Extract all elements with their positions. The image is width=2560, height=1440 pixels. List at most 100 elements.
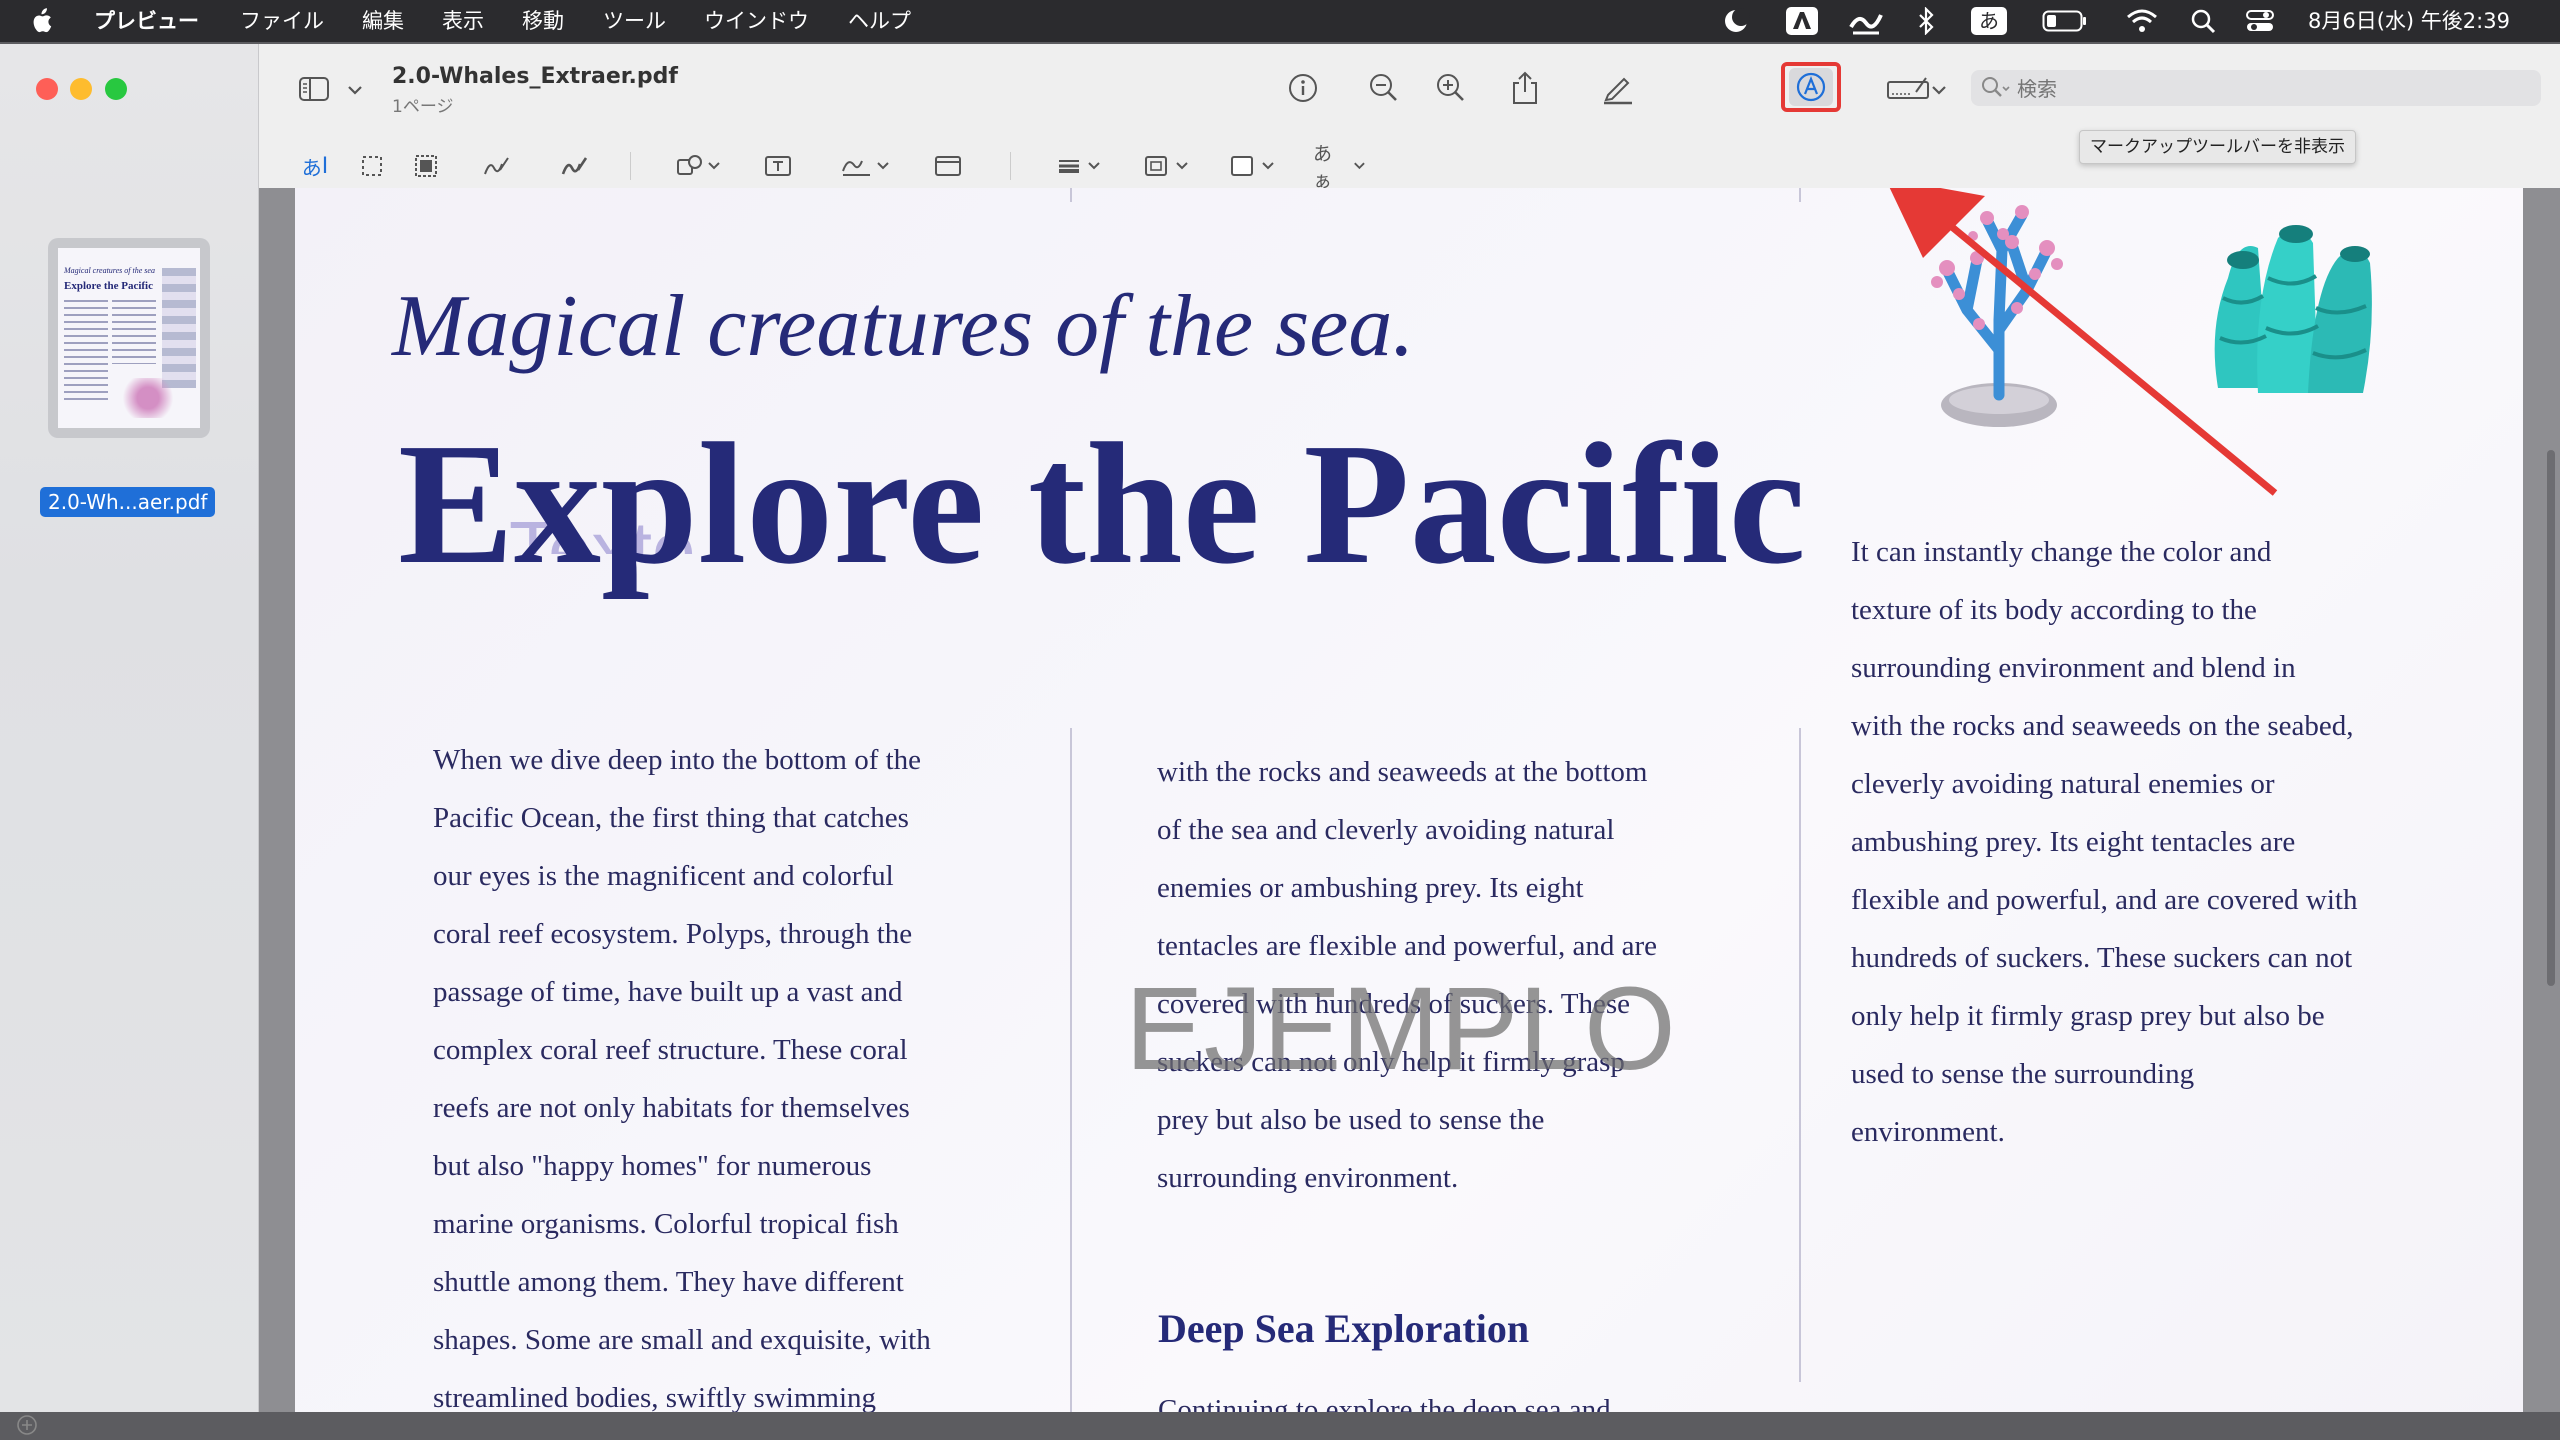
text-line: of the sea and cleverly avoiding natural bbox=[1157, 814, 1615, 846]
spotlight-search-icon[interactable] bbox=[2188, 6, 2218, 36]
menu-preview[interactable]: プレビュー bbox=[94, 0, 199, 42]
thumbnail-filename[interactable]: 2.0-Wh...aer.pdf bbox=[40, 487, 216, 517]
tooltip: マークアップツールバーを非表示 bbox=[2079, 130, 2356, 164]
menu-edit[interactable]: 編集 bbox=[362, 0, 404, 42]
scrollbar-thumb[interactable] bbox=[2547, 450, 2555, 986]
chevron-down-icon[interactable] bbox=[345, 78, 365, 102]
font-tool-label: あぁ bbox=[1313, 143, 1333, 192]
share-icon[interactable] bbox=[1507, 68, 1543, 108]
rectangular-selection-icon[interactable] bbox=[355, 144, 389, 188]
text-line: streamlined bodies, swiftly swimming bbox=[433, 1382, 877, 1412]
battery-icon[interactable] bbox=[2040, 6, 2090, 36]
border-color-menu-icon[interactable] bbox=[1141, 144, 1195, 188]
menu-bar: プレビュー ファイル 編集 表示 移動 ツール ウインドウ ヘルプ あ 8月6日… bbox=[0, 0, 2560, 42]
shapes-menu-icon[interactable] bbox=[673, 144, 725, 188]
instant-alpha-icon[interactable] bbox=[409, 144, 443, 188]
text-line: reefs are not only habitats for themselv… bbox=[433, 1092, 910, 1124]
page-count: 1ページ bbox=[392, 97, 454, 117]
info-icon[interactable] bbox=[1285, 70, 1321, 106]
sidebar-toggle-icon[interactable] bbox=[297, 72, 331, 106]
thumbnail-text-col bbox=[112, 300, 156, 364]
document-title-heading: Explore the Pacific bbox=[398, 407, 1806, 600]
text-line: with the rocks and seaweeds on the seabe… bbox=[1851, 710, 2354, 742]
menu-window[interactable]: ウインドウ bbox=[704, 0, 809, 42]
section-partial-line: Continuing to explore the deep sea and bbox=[1158, 1394, 1611, 1412]
markup-toolbar-toggle-button[interactable] bbox=[1789, 68, 1833, 106]
add-page-icon[interactable] bbox=[16, 1414, 38, 1440]
text-line: coral reef ecosystem. Polyps, through th… bbox=[433, 918, 913, 950]
highlight-pen-icon[interactable] bbox=[1598, 70, 1638, 106]
moon-app-icon[interactable] bbox=[1720, 6, 1752, 36]
menu-view[interactable]: 表示 bbox=[442, 0, 484, 42]
text-style-menu-icon[interactable]: あぁ bbox=[1313, 143, 1369, 192]
page-layout-icon[interactable] bbox=[931, 144, 965, 188]
zoom-out-icon[interactable] bbox=[1366, 70, 1402, 106]
menu-help[interactable]: ヘルプ bbox=[848, 0, 911, 42]
pdf-page: Magical creatures of the sea. Texto Expl… bbox=[295, 188, 2523, 1412]
highlight-options-chevron-icon[interactable] bbox=[1929, 78, 1949, 102]
close-window-button[interactable] bbox=[36, 78, 58, 100]
document-subtitle: Magical creatures of the sea. bbox=[392, 278, 1415, 375]
text-tool-label: あ bbox=[301, 155, 322, 180]
thumbnail-title: Explore the Pacific bbox=[64, 280, 153, 292]
text-line: shuttle among them. They have different bbox=[433, 1266, 904, 1298]
thumbnail-images bbox=[162, 268, 196, 388]
document-view[interactable]: Magical creatures of the sea. Texto Expl… bbox=[259, 188, 2560, 1412]
text-line: marine organisms. Colorful tropical fish bbox=[433, 1208, 899, 1240]
text-line: When we dive deep into the bottom of the bbox=[433, 744, 922, 776]
text-line: surrounding environment and blend in bbox=[1851, 652, 2296, 684]
page-thumbnail[interactable]: Magical creatures of the sea Explore the… bbox=[58, 248, 200, 428]
text-box-icon[interactable] bbox=[761, 144, 795, 188]
text-line: environment. bbox=[1851, 1116, 2005, 1148]
bluetooth-icon[interactable] bbox=[1914, 6, 1938, 36]
menu-tools[interactable]: ツール bbox=[603, 0, 666, 42]
toolbar-divider bbox=[1010, 152, 1011, 180]
text-selection-tool-icon[interactable]: あI bbox=[295, 144, 335, 188]
draw-tool-icon[interactable] bbox=[557, 144, 591, 188]
app-a-icon[interactable] bbox=[1784, 6, 1820, 36]
menubar-clock[interactable]: 8月6日(水) 午後2:39 bbox=[2308, 0, 2510, 42]
input-source-icon[interactable]: あ bbox=[1970, 6, 2008, 36]
red-arrow-annotation bbox=[1889, 188, 2278, 496]
text-line: enemies or ambushing prey. Its eight bbox=[1157, 872, 1584, 904]
toolbar-divider bbox=[630, 152, 631, 180]
menu-file[interactable]: ファイル bbox=[240, 0, 324, 42]
text-line: It can instantly change the color and bbox=[1851, 536, 2272, 568]
vertical-scrollbar[interactable] bbox=[2546, 218, 2556, 1398]
column-1-text: When we dive deep into the bottom of the… bbox=[433, 731, 931, 1412]
apple-menu-icon[interactable] bbox=[30, 0, 52, 42]
signature-icon[interactable] bbox=[1885, 70, 1931, 106]
thumbnail-coral-image bbox=[118, 378, 178, 418]
thumbnail-subtitle: Magical creatures of the sea bbox=[64, 266, 155, 275]
signature-menu-icon[interactable] bbox=[839, 144, 895, 188]
thumbnail-text-col bbox=[64, 300, 108, 400]
text-line: ambushing prey. Its eight tentacles are bbox=[1851, 826, 2296, 858]
wifi-icon[interactable] bbox=[2124, 6, 2160, 36]
fill-color-menu-icon[interactable] bbox=[1227, 144, 1281, 188]
column-divider bbox=[1799, 188, 1801, 202]
menu-go[interactable]: 移動 bbox=[522, 0, 564, 42]
text-line: flexible and powerful, and are covered w… bbox=[1851, 884, 2358, 916]
text-line: but also "happy homes" for numerous bbox=[433, 1150, 872, 1182]
zoom-in-icon[interactable] bbox=[1433, 70, 1469, 106]
text-line: Pacific Ocean, the first thing that catc… bbox=[433, 802, 909, 834]
markup-pen-circle-icon bbox=[1796, 72, 1826, 102]
text-line: cleverly avoiding natural enemies or bbox=[1851, 768, 2275, 800]
search-input[interactable] bbox=[2015, 70, 2519, 108]
main-toolbar: 2.0-Whales_Extraer.pdf 1ページ マークアップツールバーを… bbox=[259, 44, 2560, 164]
sketch-tool-icon[interactable] bbox=[479, 144, 513, 188]
column-divider bbox=[1799, 728, 1801, 1382]
text-line: shapes. Some are small and exquisite, wi… bbox=[433, 1324, 931, 1356]
line-style-menu-icon[interactable] bbox=[1055, 144, 1105, 188]
text-line: passage of time, have built up a vast an… bbox=[433, 976, 903, 1008]
minimize-window-button[interactable] bbox=[70, 78, 92, 100]
column-3-text: It can instantly change the color and te… bbox=[1851, 523, 2357, 1161]
search-field[interactable] bbox=[1971, 70, 2541, 108]
text-line: surrounding environment. bbox=[1157, 1162, 1459, 1194]
search-icon bbox=[1981, 76, 2011, 104]
wave-app-icon[interactable] bbox=[1848, 6, 1884, 36]
control-center-icon[interactable] bbox=[2244, 6, 2276, 36]
document-title: 2.0-Whales_Extraer.pdf bbox=[392, 64, 678, 89]
thumbnail-selection[interactable]: Magical creatures of the sea Explore the… bbox=[48, 238, 210, 438]
zoom-window-button[interactable] bbox=[105, 78, 127, 100]
